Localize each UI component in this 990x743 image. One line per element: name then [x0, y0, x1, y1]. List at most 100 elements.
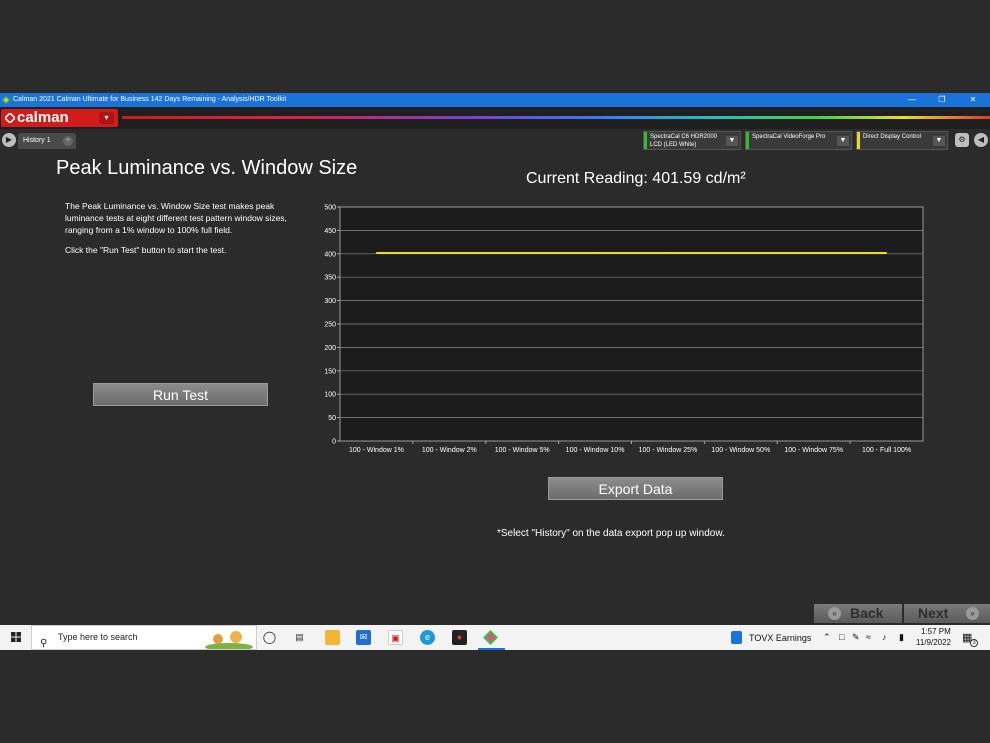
tab-bar: ▶ History 1 + SpectraCal C6 HDR2000 LCD … [0, 129, 990, 151]
task-view-icon[interactable]: ▤ [292, 630, 307, 645]
data-point [667, 252, 669, 254]
luminance-chart: 0 50 100 150 200 250 300 350 400 450 500 100 - Wind… [324, 205, 924, 454]
pattern-generator-select[interactable]: SpectraCal VideoForge Pro ▼ [745, 131, 852, 150]
data-point [521, 252, 523, 254]
calman-diamond-icon [483, 630, 498, 645]
y-tick-label: 350 [324, 275, 336, 282]
meter-name: SpectraCal C6 HDR2000 [650, 134, 718, 140]
x-tick-label: 100 - Window 5% [495, 447, 550, 454]
back-arrow-icon[interactable]: ◀ [974, 133, 988, 147]
generator-status-indicator [746, 132, 749, 149]
generator-name: SpectraCal VideoForge Pro [752, 134, 826, 140]
tab-label: History 1 [23, 137, 51, 144]
meter-select[interactable]: SpectraCal C6 HDR2000 LCD (LED White) ▼ [643, 131, 741, 150]
logo-text: calman [17, 109, 69, 126]
back-label: Back [850, 605, 884, 621]
clock-date[interactable]: 11/9/2022 [916, 638, 951, 647]
run-test-button[interactable]: Run Test [93, 383, 268, 406]
search-placeholder: Type here to search [58, 632, 138, 642]
y-tick-label: 500 [324, 205, 336, 212]
windows-start-icon[interactable] [11, 632, 21, 642]
export-note: *Select "History" on the data export pop… [497, 528, 725, 539]
y-tick-label: 200 [324, 345, 336, 352]
y-tick-label: 400 [324, 251, 336, 258]
chevron-down-icon: ▼ [933, 136, 945, 146]
x-tick-label: 100 - Window 1% [349, 447, 404, 454]
y-tick-label: 100 [324, 392, 336, 399]
store-icon[interactable]: ▣ [388, 630, 403, 645]
chevron-down-icon: ▼ [726, 136, 738, 146]
clock-time[interactable]: 1:57 PM [921, 627, 951, 636]
battery-icon[interactable]: ▮ [899, 632, 904, 643]
calman-diamond-icon [5, 113, 15, 123]
calman-taskbar-icon[interactable] [483, 630, 498, 645]
next-arrow-icon: » [966, 607, 979, 620]
x-tick-label: 100 - Window 50% [711, 447, 770, 454]
taskbar-search-box[interactable]: ⚲ Type here to search [31, 625, 257, 650]
data-point [813, 252, 815, 254]
windows-taskbar: ⚲ Type here to search ◯ ▤ ✉ ▣ e ● TOVX E… [0, 625, 990, 650]
stock-chart-icon[interactable] [731, 631, 742, 644]
meter-mode: LCD (LED White) [650, 142, 697, 148]
edge-browser-icon[interactable]: e [420, 630, 435, 645]
network-icon[interactable]: ≈ [866, 632, 871, 642]
display-status-indicator [857, 132, 860, 149]
active-app-indicator [478, 648, 505, 650]
cortana-icon[interactable]: ◯ [262, 630, 277, 645]
data-point [885, 252, 888, 254]
description-text: The Peak Luminance vs. Window Size test … [65, 201, 287, 235]
add-tab-icon[interactable]: + [63, 136, 73, 146]
notification-count-badge: 3 [970, 639, 978, 647]
rainbow-divider [122, 116, 990, 119]
meter-status-indicator [644, 132, 647, 149]
meet-now-icon[interactable]: □ [839, 632, 844, 642]
data-point [375, 252, 378, 254]
current-reading: Current Reading: 401.59 cd/m² [526, 170, 746, 187]
x-tick-label: 100 - Window 2% [422, 447, 477, 454]
recorder-icon[interactable]: ● [452, 630, 467, 645]
next-label: Next [918, 605, 949, 621]
page-title: Peak Luminance vs. Window Size [56, 157, 358, 179]
data-point [448, 252, 450, 254]
y-tick-label: 250 [324, 322, 336, 329]
window-title-bar[interactable]: Calman 2021 Calman Ultimate for Business… [0, 93, 990, 107]
chevron-down-icon: ▼ [837, 136, 849, 146]
display-control-name: Direct Display Control [863, 134, 922, 140]
back-button[interactable]: « Back [814, 604, 902, 623]
stock-ticker-text[interactable]: TOVX Earnings [749, 633, 811, 643]
search-icon: ⚲ [40, 638, 48, 649]
screen: Calman 2021 Calman Ultimate for Business… [0, 0, 990, 743]
calman-app-icon [2, 96, 10, 104]
test-description: The Peak Luminance vs. Window Size test … [65, 200, 305, 256]
file-explorer-icon[interactable] [325, 630, 340, 645]
minimize-button[interactable]: — [902, 93, 922, 107]
y-tick-label: 150 [324, 368, 336, 375]
volume-icon[interactable]: ♪ [882, 632, 887, 642]
mail-icon[interactable]: ✉ [356, 630, 371, 645]
display-control-select[interactable]: Direct Display Control ▼ [856, 131, 948, 150]
pen-icon[interactable]: ✎ [852, 632, 860, 643]
y-tick-label: 450 [324, 228, 336, 235]
close-button[interactable]: ✕ [963, 93, 983, 107]
x-tick-label: 100 - Window 10% [566, 447, 625, 454]
x-tick-label: 100 - Full 100% [862, 447, 911, 454]
export-data-button[interactable]: Export Data [548, 477, 723, 500]
next-button[interactable]: Next » [904, 604, 990, 623]
chevron-down-icon[interactable]: ▾ [99, 112, 114, 124]
play-icon[interactable]: ▶ [2, 133, 16, 147]
search-highlight-illustration-icon [205, 631, 253, 649]
data-point [740, 252, 742, 254]
window-title: Calman 2021 Calman Ultimate for Business… [13, 96, 287, 103]
y-tick-label: 300 [324, 298, 336, 305]
back-arrow-icon: « [828, 607, 841, 620]
tab-history-1[interactable]: History 1 + [18, 133, 76, 149]
restore-button[interactable]: ❐ [932, 93, 952, 107]
y-tick-label: 50 [328, 415, 336, 422]
chevron-up-icon[interactable]: ⌃ [823, 632, 831, 643]
gear-icon[interactable]: ⚙ [955, 133, 969, 147]
calman-logo[interactable]: calman ▾ [1, 109, 118, 127]
x-tick-label: 100 - Window 25% [639, 447, 698, 454]
x-tick-label: 100 - Window 75% [784, 447, 843, 454]
y-tick-label: 0 [332, 439, 336, 446]
data-point [594, 252, 596, 254]
